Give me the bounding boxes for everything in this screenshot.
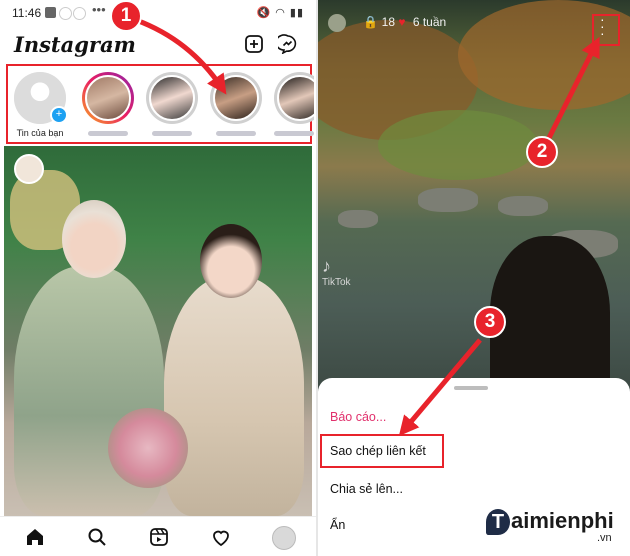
home-icon[interactable] — [24, 526, 46, 548]
story-caption-blurred — [152, 131, 192, 136]
heart-icon[interactable] — [210, 526, 232, 548]
post-avatar[interactable] — [14, 154, 44, 184]
foliage — [378, 110, 538, 180]
story-your-story[interactable]: + Tin của bạn — [14, 72, 68, 138]
copy-link-option[interactable]: Sao chép liên kết — [330, 444, 426, 458]
tiktok-watermark: ♪ TikTok — [322, 256, 351, 288]
avatar — [210, 72, 262, 124]
instagram-home-screen: 11:46 ••• 🔇 ◠ ▮▮ Instagram ⌄ + Tin của b… — [0, 0, 316, 556]
tiktok-label: TikTok — [322, 277, 351, 288]
app-header: Instagram ⌄ — [0, 28, 316, 64]
hide-option[interactable]: Ẩn — [330, 518, 345, 532]
step-marker-2: 2 — [526, 136, 558, 168]
more-options-highlight-box — [592, 14, 620, 46]
avatar — [82, 72, 134, 124]
feed-post-image[interactable] — [4, 146, 312, 516]
avatar: + — [14, 72, 68, 124]
status-bar: 11:46 ••• 🔇 ◠ ▮▮ — [0, 0, 316, 26]
google-icon-2 — [73, 7, 86, 20]
tiktok-icon: ♪ — [322, 256, 331, 276]
story-item[interactable] — [210, 72, 262, 136]
avatar — [274, 72, 314, 124]
like-count: 18 — [381, 15, 395, 30]
share-option[interactable]: Chia sẻ lên... — [330, 482, 403, 496]
gallery-icon — [45, 7, 56, 18]
google-icon — [59, 7, 72, 20]
brand-watermark: Taimienphi .vn — [486, 508, 614, 544]
search-icon[interactable] — [86, 526, 108, 548]
step-marker-3: 3 — [474, 306, 506, 338]
status-time: 11:46 — [12, 6, 42, 20]
instagram-logo[interactable]: Instagram — [14, 32, 136, 57]
brand-name: aimienphi — [511, 508, 614, 533]
reels-icon[interactable] — [148, 526, 170, 548]
bottom-navigation — [0, 516, 316, 556]
time-ago: 6 tuần — [412, 15, 447, 30]
stories-highlight-box: + Tin của bạn — [6, 64, 314, 144]
more-options-icon[interactable]: · · · — [600, 12, 605, 40]
avatar[interactable] — [328, 14, 346, 32]
rock — [338, 210, 378, 228]
story-item[interactable] — [146, 72, 198, 136]
rock — [498, 196, 548, 216]
story-caption: Tin của bạn — [16, 128, 64, 138]
story-item[interactable] — [82, 72, 134, 136]
new-post-icon[interactable] — [244, 34, 264, 54]
report-option[interactable]: Báo cáo... — [330, 410, 386, 424]
step-marker-1: 1 — [110, 0, 142, 32]
story-caption-blurred — [274, 131, 314, 136]
person-right-head — [200, 224, 262, 298]
person-right — [164, 276, 304, 516]
lock-icon: 🔒 — [363, 15, 379, 30]
messenger-icon[interactable] — [278, 34, 298, 54]
more-notifications-icon: ••• — [92, 2, 106, 17]
sheet-handle[interactable] — [454, 386, 488, 390]
story-item[interactable] — [274, 72, 314, 136]
chevron-down-icon[interactable]: ⌄ — [104, 37, 115, 53]
bouquet — [108, 408, 188, 488]
avatar — [146, 72, 198, 124]
heart-icon: ♥ — [398, 15, 406, 30]
options-bottom-sheet: Báo cáo... Sao chép liên kết Chia sẻ lên… — [318, 378, 630, 556]
rock — [418, 188, 478, 212]
brand-logo-icon: T — [486, 509, 510, 535]
profile-icon[interactable] — [272, 526, 296, 550]
story-caption-blurred — [88, 131, 128, 136]
system-icons: 🔇 ◠ ▮▮ — [256, 7, 304, 19]
story-caption-blurred — [216, 131, 256, 136]
brand-suffix: .vn — [597, 532, 612, 544]
person-left-head — [62, 200, 126, 278]
add-story-icon: + — [50, 106, 68, 124]
story-viewer-screen: 🔒 18 ♥ 6 tuần ♪ TikTok · · · Báo cáo... Sa… — [318, 0, 630, 556]
story-header: 🔒 18 ♥ 6 tuần — [328, 14, 446, 32]
